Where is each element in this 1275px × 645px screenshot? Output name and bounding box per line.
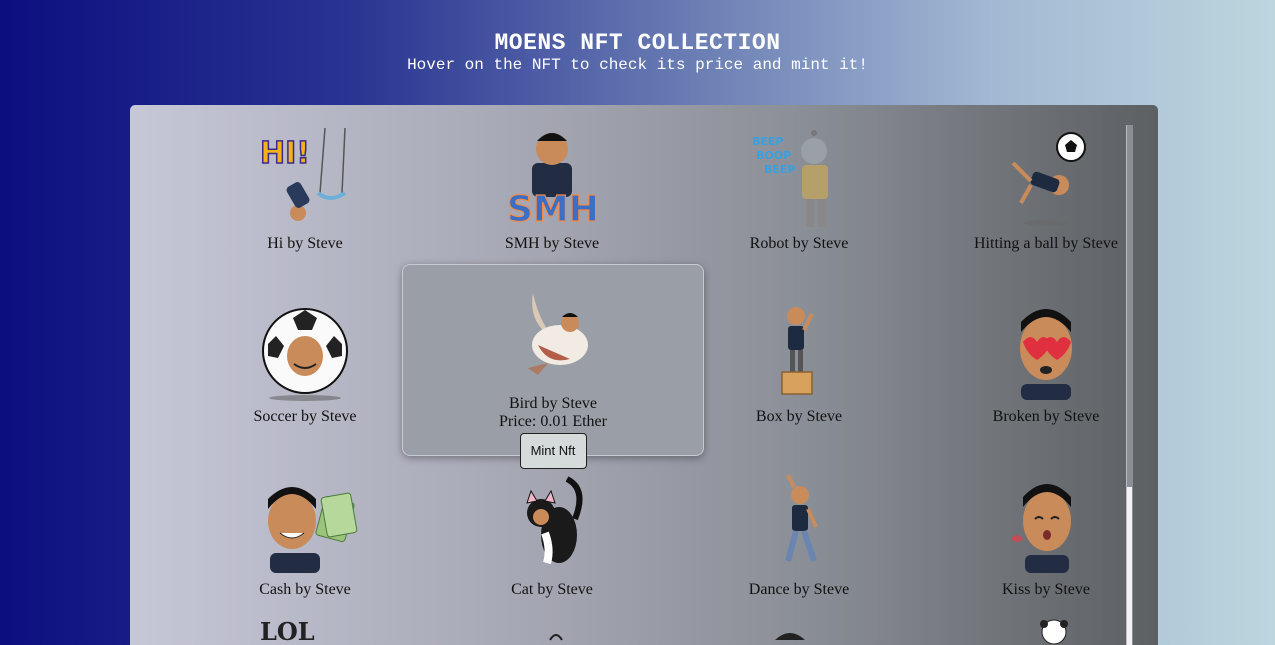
bird-sticker-icon: [498, 283, 608, 393]
nft-label: Robot by Steve: [749, 235, 849, 252]
page-title: MOENS NFT COLLECTION: [494, 30, 781, 56]
smh-sticker-icon: SMH: [497, 123, 607, 233]
cash-sticker-icon: [250, 469, 360, 579]
nft-label: Cat by Steve: [511, 581, 593, 598]
nft-card-kiss[interactable]: Kiss by Steve: [931, 469, 1158, 599]
nft-card-smh[interactable]: SMH SMH by Steve: [437, 123, 667, 253]
nft-card-cat[interactable]: Cat by Steve: [437, 469, 667, 599]
broken-heart-sticker-icon: [991, 296, 1101, 406]
nft-card-soccer[interactable]: Soccer by Steve: [190, 296, 420, 426]
nft-card-cash[interactable]: Cash by Steve: [190, 469, 420, 599]
nft-label: Kiss by Steve: [1002, 581, 1090, 598]
svg-text:BEEP: BEEP: [764, 163, 795, 176]
svg-text:BOOP: BOOP: [756, 149, 791, 162]
nft-label: Broken by Steve: [992, 408, 1100, 425]
svg-text:BEEP: BEEP: [752, 135, 783, 148]
nft-card-dance[interactable]: Dance by Steve: [684, 469, 914, 599]
nft-row-partial: LOL: [130, 610, 1130, 645]
svg-text:SMH: SMH: [507, 189, 599, 230]
dance-sticker-icon: [744, 469, 854, 579]
robot-sticker-icon: BEEP BOOP BEEP: [744, 123, 854, 233]
nft-label: Bird by Steve: [509, 395, 597, 412]
nft-label: Cash by Steve: [259, 581, 351, 598]
nft-label: Hitting a ball by Steve: [974, 235, 1118, 252]
nft-gallery: HI! Hi by Steve SMH SMH by Steve BEEP BO…: [130, 105, 1158, 645]
gallery-scrollbar-thumb[interactable]: [1127, 487, 1132, 645]
soccer-ball-sticker-icon: [250, 296, 360, 406]
box-sticker-icon: [744, 296, 854, 406]
nft-label: Box by Steve: [755, 408, 843, 425]
nft-label: Hi by Steve: [267, 235, 343, 252]
hi-sticker-icon: HI!: [250, 123, 360, 233]
svg-text:HI!: HI!: [260, 136, 310, 171]
kiss-sticker-icon: [991, 469, 1101, 579]
nft-card-broken[interactable]: Broken by Steve: [931, 296, 1158, 426]
kick-ball-sticker-icon: [991, 123, 1101, 233]
nft-card-robot[interactable]: BEEP BOOP BEEP Robot by Steve: [684, 123, 914, 253]
mint-nft-button[interactable]: Mint Nft: [519, 433, 587, 469]
cat-sticker-icon: [497, 469, 607, 579]
nft-label: Dance by Steve: [748, 581, 850, 598]
nft-card-bird[interactable]: Bird by Steve Price: 0.01 Ether Mint Nft: [402, 264, 704, 469]
nft-card-hitting-ball[interactable]: Hitting a ball by Steve: [931, 123, 1158, 253]
nft-card-box[interactable]: Box by Steve: [684, 296, 914, 426]
nft-card-hi[interactable]: HI! Hi by Steve: [190, 123, 420, 253]
svg-text:LOL: LOL: [260, 617, 315, 645]
nft-price: Price: 0.01 Ether: [499, 413, 607, 430]
nft-label: SMH by Steve: [504, 235, 600, 252]
page-subtitle: Hover on the NFT to check its price and …: [407, 56, 868, 74]
page-header: MOENS NFT COLLECTION Hover on the NFT to…: [0, 30, 1275, 74]
nft-label: Soccer by Steve: [253, 408, 357, 425]
